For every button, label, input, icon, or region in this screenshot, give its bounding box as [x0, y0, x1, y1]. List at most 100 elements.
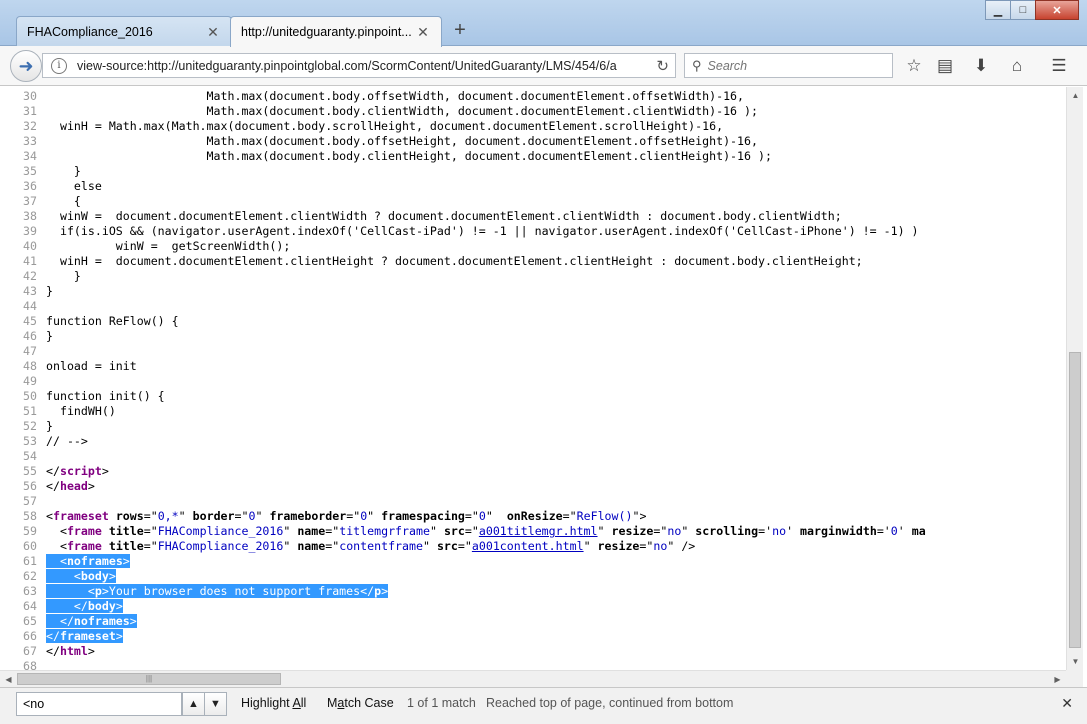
code-text: >Your browser does not support frames</	[101, 584, 375, 598]
line-content: findWH()	[46, 404, 116, 418]
attribute-value: 0	[478, 509, 486, 523]
line-number: 43	[23, 284, 37, 298]
line-number: 48	[23, 359, 37, 373]
source-line: 63 <p>Your browser does not support fram…	[0, 584, 926, 599]
source-link[interactable]: a001titlemgr.html	[479, 524, 598, 538]
attribute-name: src	[436, 539, 458, 553]
line-content: winH = Math.max(Math.max(document.body.s…	[46, 119, 723, 133]
code-text: <	[46, 554, 67, 568]
code-text: >	[101, 464, 109, 478]
code-text: <	[46, 509, 53, 523]
close-tab-icon[interactable]: ✕	[205, 24, 221, 41]
code-text: ="	[234, 509, 249, 523]
search-box[interactable]: ⚲	[684, 53, 893, 78]
tag-name: body	[80, 569, 109, 583]
code-text: </	[46, 479, 60, 493]
source-viewer[interactable]: 30 Math.max(document.body.offsetWidth, d…	[0, 87, 1066, 670]
tab-view-source[interactable]: http://unitedguaranty.pinpoint... ✕	[230, 16, 442, 47]
download-icon[interactable]: ⬇	[969, 54, 993, 78]
source-line: 33 Math.max(document.body.offsetHeight, …	[0, 134, 926, 149]
url-text[interactable]: view-source:http://unitedguaranty.pinpoi…	[77, 59, 617, 73]
info-icon[interactable]: i	[51, 57, 67, 74]
find-previous-button[interactable]: ▲	[182, 692, 205, 716]
reload-icon[interactable]: ↻	[656, 57, 669, 75]
attribute-value: 0	[890, 524, 898, 538]
attribute-value: FHACompliance_2016	[157, 539, 284, 553]
source-line: 54	[0, 449, 926, 464]
close-tab-icon[interactable]: ✕	[415, 24, 431, 41]
code-text: <	[46, 539, 67, 553]
navigation-bar: ➜ i view-source:http://unitedguaranty.pi…	[0, 46, 1087, 86]
line-number: 54	[23, 449, 37, 463]
search-icon: ⚲	[692, 57, 702, 73]
code-text: >	[381, 584, 389, 598]
scroll-down-icon[interactable]: ▼	[1067, 653, 1084, 670]
reading-list-icon[interactable]: ▤	[933, 54, 957, 78]
code-text: winW = document.documentElement.clientWi…	[46, 209, 842, 223]
scroll-left-icon[interactable]: ◀	[0, 671, 17, 688]
scroll-up-icon[interactable]: ▲	[1067, 87, 1084, 104]
horizontal-scroll-thumb[interactable]: |||	[17, 673, 281, 685]
find-next-button[interactable]: ▼	[204, 692, 227, 716]
source-line: 48 onload = init	[0, 359, 926, 374]
line-number: 53	[23, 434, 37, 448]
url-bar[interactable]: i view-source:http://unitedguaranty.pinp…	[42, 53, 676, 78]
line-number: 35	[23, 164, 37, 178]
code-text: ='	[758, 524, 773, 538]
source-line: 65 </noframes>	[0, 614, 926, 629]
home-icon[interactable]: ⌂	[1005, 54, 1029, 78]
source-line: 49	[0, 374, 926, 389]
scroll-corner	[1066, 670, 1083, 687]
scroll-right-icon[interactable]: ▶	[1049, 671, 1066, 688]
bookmark-star-icon[interactable]: ☆	[902, 54, 926, 78]
code-text: '	[897, 524, 912, 538]
code-text: }	[46, 419, 53, 433]
tab-fhacompliance[interactable]: FHACompliance_2016 ✕	[16, 16, 232, 47]
highlight-all-button[interactable]: Highlight All	[241, 696, 306, 710]
code-text: </	[46, 464, 60, 478]
source-line: 43}	[0, 284, 926, 299]
attribute-name: marginwidth	[800, 524, 877, 538]
source-line: 67 </html>	[0, 644, 926, 659]
back-button[interactable]: ➜	[10, 50, 42, 82]
new-tab-icon[interactable]: +	[450, 18, 470, 42]
code-text: "	[485, 509, 507, 523]
attribute-value: contentframe	[339, 539, 423, 553]
attribute-name: frameborder	[269, 509, 347, 523]
source-link[interactable]: a001content.html	[472, 539, 584, 553]
code-text: Math.max(document.body.offsetHeight, doc…	[46, 134, 758, 148]
source-line: 64 </body>	[0, 599, 926, 614]
line-number: 62	[23, 569, 37, 583]
source-line: 57	[0, 494, 926, 509]
tag-name: body	[87, 599, 116, 613]
line-number: 63	[23, 584, 37, 598]
search-input[interactable]	[707, 58, 878, 73]
code-text: "	[255, 509, 270, 523]
close-find-bar-icon[interactable]: ✕	[1061, 695, 1073, 712]
line-number: 46	[23, 329, 37, 343]
find-input[interactable]	[16, 692, 182, 716]
horizontal-scrollbar[interactable]: ◀ ||| ▶	[0, 670, 1066, 687]
code-text: </	[46, 629, 60, 643]
vertical-scrollbar[interactable]: ▲ ▼	[1066, 87, 1083, 670]
minimize-button[interactable]: ▁	[985, 0, 1011, 20]
attribute-value: 0,*	[157, 509, 179, 523]
menu-icon[interactable]: ☰	[1047, 54, 1071, 78]
code-text: }	[46, 269, 81, 283]
source-line: 42 }	[0, 269, 926, 284]
maximize-button[interactable]: □	[1010, 0, 1036, 20]
vertical-scroll-thumb[interactable]	[1069, 352, 1081, 648]
source-line: 66 </frameset>	[0, 629, 926, 644]
code-text: "	[681, 524, 696, 538]
code-text: <	[46, 584, 95, 598]
code-text: ="	[457, 539, 472, 553]
line-content: </body>	[46, 599, 123, 613]
code-text: </	[46, 614, 74, 628]
source-line: 68	[0, 659, 926, 670]
code-text: ="	[639, 539, 654, 553]
match-case-button[interactable]: Match Case	[327, 696, 394, 710]
close-window-button[interactable]: ✕	[1035, 0, 1079, 20]
attribute-value: titlemgrframe	[339, 524, 430, 538]
